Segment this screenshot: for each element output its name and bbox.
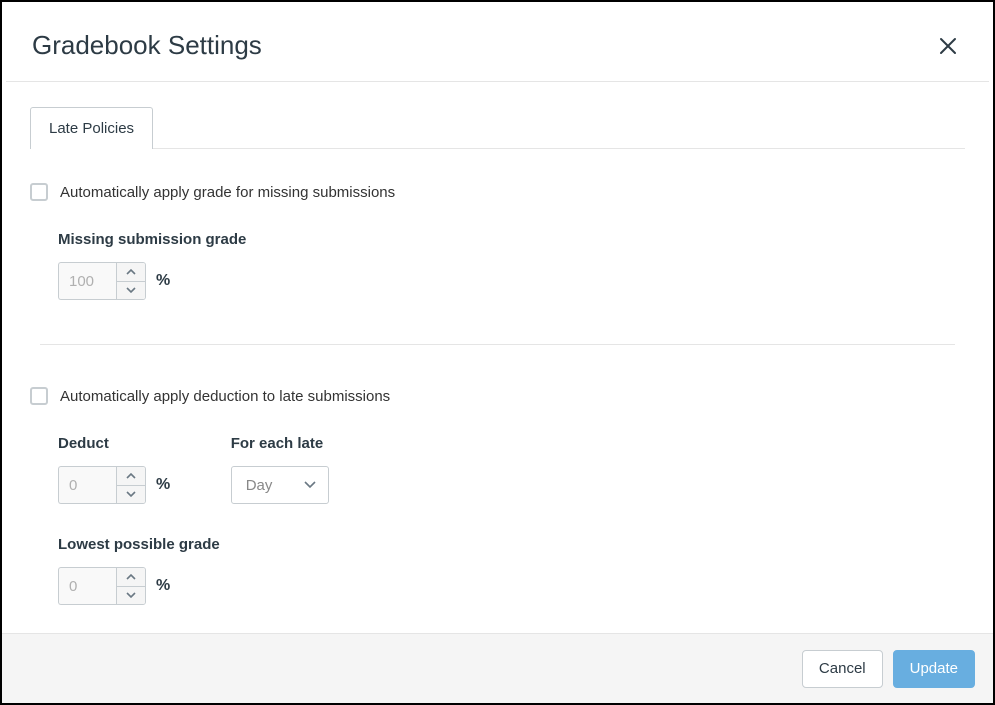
missing-grade-label: Missing submission grade — [58, 231, 965, 248]
cancel-button[interactable]: Cancel — [802, 650, 883, 688]
tab-late-policies[interactable]: Late Policies — [30, 107, 153, 149]
modal-title: Gradebook Settings — [32, 30, 262, 61]
for-each-select[interactable]: Day — [231, 466, 329, 504]
chevron-up-icon — [126, 473, 136, 479]
chevron-down-icon — [304, 481, 316, 489]
lowest-input[interactable] — [58, 567, 116, 605]
tabs-bar: Late Policies — [30, 106, 965, 149]
close-icon — [939, 37, 957, 55]
close-button[interactable] — [933, 31, 963, 61]
missing-grade-up-button[interactable] — [117, 263, 145, 282]
missing-grade-stepper — [58, 262, 146, 300]
missing-grade-unit: % — [156, 272, 170, 290]
tab-label: Late Policies — [49, 120, 134, 137]
chevron-down-icon — [126, 287, 136, 293]
chevron-up-icon — [126, 269, 136, 275]
missing-grade-input[interactable] — [58, 262, 116, 300]
chevron-down-icon — [126, 592, 136, 598]
deduct-label: Deduct — [58, 435, 170, 452]
late-checkbox[interactable] — [30, 387, 48, 405]
deduct-up-button[interactable] — [117, 467, 145, 486]
deduct-stepper — [58, 466, 146, 504]
lowest-section: Lowest possible grade % — [58, 536, 965, 605]
deduct-input-row: % — [58, 466, 170, 504]
for-each-group: For each late Day — [231, 435, 329, 504]
for-each-value: Day — [246, 477, 273, 494]
chevron-up-icon — [126, 574, 136, 580]
late-sub-section: Deduct % For each late Day Lowest po — [30, 405, 965, 605]
missing-checkbox-row: Automatically apply grade for missing su… — [30, 183, 965, 201]
late-checkbox-label: Automatically apply deduction to late su… — [60, 388, 390, 405]
late-checkbox-row: Automatically apply deduction to late su… — [30, 387, 965, 405]
missing-checkbox-label: Automatically apply grade for missing su… — [60, 184, 395, 201]
modal-footer: Cancel Update — [2, 633, 993, 703]
lowest-down-button[interactable] — [117, 587, 145, 605]
update-button[interactable]: Update — [893, 650, 975, 688]
deduct-input[interactable] — [58, 466, 116, 504]
chevron-down-icon — [126, 491, 136, 497]
missing-grade-down-button[interactable] — [117, 282, 145, 300]
modal-header: Gradebook Settings — [2, 2, 993, 81]
lowest-unit: % — [156, 577, 170, 595]
missing-checkbox[interactable] — [30, 183, 48, 201]
deduct-unit: % — [156, 476, 170, 494]
lowest-input-row: % — [58, 567, 965, 605]
missing-input-row: % — [58, 262, 965, 300]
deduct-down-button[interactable] — [117, 486, 145, 504]
deduct-group: Deduct % — [58, 435, 170, 504]
missing-grade-stepper-buttons — [116, 262, 146, 300]
lowest-up-button[interactable] — [117, 568, 145, 587]
tabs-container: Late Policies — [2, 82, 993, 149]
lowest-label: Lowest possible grade — [58, 536, 965, 553]
tab-content: Automatically apply grade for missing su… — [2, 149, 993, 605]
lowest-stepper — [58, 567, 146, 605]
section-divider — [40, 344, 955, 345]
missing-sub-section: Missing submission grade % — [30, 201, 965, 300]
lowest-stepper-buttons — [116, 567, 146, 605]
for-each-label: For each late — [231, 435, 329, 452]
deduct-stepper-buttons — [116, 466, 146, 504]
